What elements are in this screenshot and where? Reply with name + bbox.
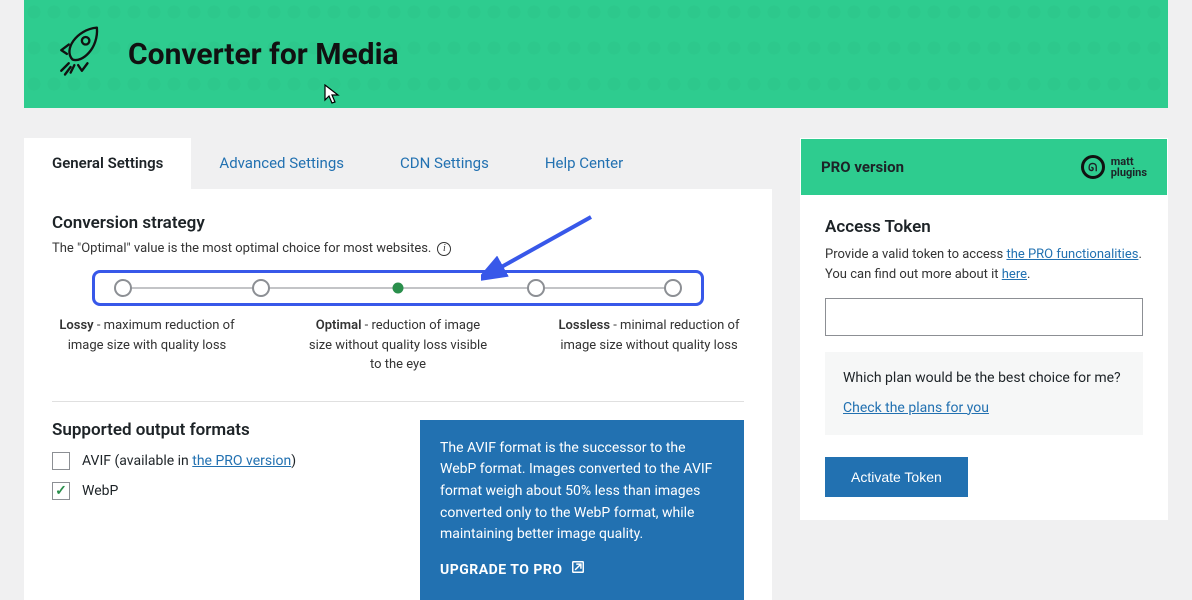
plan-question: Which plan would be the best choice for …: [843, 368, 1125, 390]
conversion-heading: Conversion strategy: [52, 213, 744, 233]
tab-cdn-settings[interactable]: CDN Settings: [372, 138, 517, 189]
format-avif-row: AVIF (available in the PRO version): [52, 452, 382, 470]
avif-promo-box: The AVIF format is the successor to the …: [420, 420, 744, 600]
tab-advanced-settings[interactable]: Advanced Settings: [191, 138, 372, 189]
find-out-more-link[interactable]: here: [1002, 267, 1027, 282]
pro-header-title: PRO version: [821, 158, 904, 176]
label-lossy: Lossy - maximum reduction of image size …: [52, 316, 242, 375]
check-plans-link[interactable]: Check the plans for you: [843, 400, 989, 416]
pro-card: PRO version ᘏ mattplugins Access Token P…: [800, 138, 1168, 520]
tab-help-center[interactable]: Help Center: [517, 138, 651, 189]
webp-checkbox[interactable]: [52, 482, 70, 500]
logo-mark-icon: ᘏ: [1081, 155, 1105, 179]
rocket-icon: [50, 22, 110, 86]
promo-text: The AVIF format is the successor to the …: [440, 438, 724, 546]
external-link-icon: [571, 560, 585, 582]
label-optimal: Optimal - reduction of image size withou…: [303, 316, 493, 375]
label-lossless: Lossless - minimal reduction of image si…: [554, 316, 744, 375]
formats-heading: Supported output formats: [52, 420, 382, 440]
header-banner: Converter for Media: [24, 0, 1168, 108]
pro-version-link[interactable]: the PRO version: [192, 453, 291, 469]
access-token-heading: Access Token: [825, 217, 1143, 237]
slider-labels: Lossy - maximum reduction of image size …: [52, 316, 744, 375]
avif-label: AVIF (available in the PRO version): [82, 453, 296, 469]
slider-stop-1[interactable]: [252, 279, 270, 297]
activate-token-button[interactable]: Activate Token: [825, 457, 968, 497]
pro-functionalities-link[interactable]: the PRO functionalities: [1006, 247, 1138, 262]
slider-stop-4[interactable]: [664, 279, 682, 297]
slider-stop-3[interactable]: [527, 279, 545, 297]
tab-general-settings[interactable]: General Settings: [24, 138, 191, 189]
banner-title: Converter for Media: [128, 37, 399, 72]
info-icon[interactable]: i: [437, 242, 451, 256]
strategy-slider[interactable]: [92, 270, 704, 306]
settings-panel: Conversion strategy The "Optimal" value …: [24, 189, 772, 600]
conversion-notice-text: The "Optimal" value is the most optimal …: [52, 241, 431, 256]
slider-stop-2-selected[interactable]: [393, 283, 404, 294]
tabs: General Settings Advanced Settings CDN S…: [24, 138, 772, 189]
slider-stop-0[interactable]: [114, 279, 132, 297]
access-token-input[interactable]: [825, 298, 1143, 336]
conversion-notice: The "Optimal" value is the most optimal …: [52, 241, 744, 256]
upgrade-to-pro-button[interactable]: UPGRADE TO PRO: [440, 560, 585, 582]
pro-header: PRO version ᘏ mattplugins: [801, 139, 1167, 195]
format-webp-row: WebP: [52, 482, 382, 500]
avif-checkbox[interactable]: [52, 452, 70, 470]
access-token-desc: Provide a valid token to access the PRO …: [825, 245, 1143, 284]
webp-label: WebP: [82, 483, 118, 499]
plan-recommendation-box: Which plan would be the best choice for …: [825, 352, 1143, 435]
mattplugins-logo: ᘏ mattplugins: [1081, 155, 1147, 179]
